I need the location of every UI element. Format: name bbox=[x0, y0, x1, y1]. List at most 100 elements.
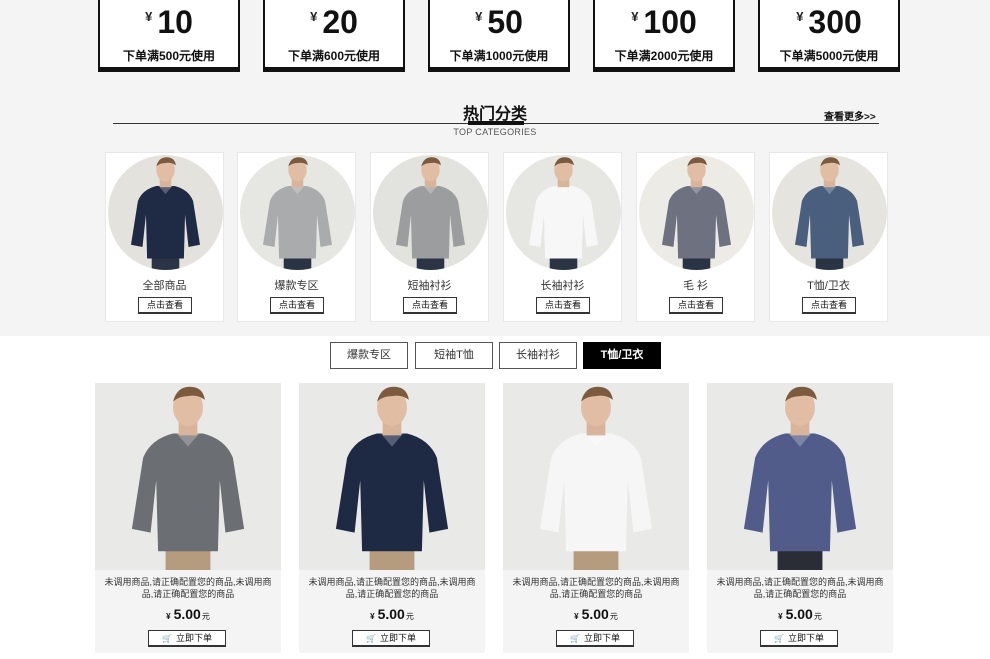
model-figure bbox=[529, 157, 598, 270]
coupon-value: 300 bbox=[808, 4, 862, 40]
model-figure bbox=[662, 157, 731, 270]
model-figure bbox=[743, 386, 857, 570]
view-category-button[interactable]: 点击查看 bbox=[270, 297, 324, 314]
tab-hot-zone[interactable]: 爆款专区 bbox=[330, 342, 408, 369]
coupon-100[interactable]: ¥100 下单满2000元使用 bbox=[593, 0, 735, 72]
category-card[interactable]: 短袖衬衫 点击查看 bbox=[370, 152, 489, 322]
product-image[interactable] bbox=[95, 383, 281, 570]
category-name: 全部商品 bbox=[142, 280, 187, 292]
model-figure bbox=[131, 157, 200, 270]
coupon-amount: ¥10 bbox=[100, 4, 238, 41]
coupon-condition: 下单满1000元使用 bbox=[449, 49, 549, 63]
cart-icon: 🛒 bbox=[366, 634, 376, 643]
buy-now-button[interactable]: 🛒 立即下单 bbox=[148, 630, 226, 647]
product-image[interactable] bbox=[503, 383, 689, 570]
product-description[interactable]: 未调用商品,请正确配置您的商品,未调用商品,请正确配置您的商品 bbox=[715, 576, 885, 600]
coupon-row: ¥10 下单满500元使用 ¥20 下单满600元使用 ¥50 下单满1000元… bbox=[0, 0, 990, 72]
category-name: 长袖衬衫 bbox=[540, 280, 585, 292]
section-subtitle: TOP CATEGORIES bbox=[453, 127, 537, 137]
currency-symbol: ¥ bbox=[145, 9, 153, 24]
currency-symbol: ¥ bbox=[574, 612, 579, 621]
coupon-20[interactable]: ¥20 下单满600元使用 bbox=[263, 0, 405, 72]
product-image[interactable] bbox=[299, 383, 485, 570]
view-category-button[interactable]: 点击查看 bbox=[138, 297, 192, 314]
currency-symbol: ¥ bbox=[778, 612, 783, 621]
category-name: T恤/卫衣 bbox=[807, 280, 850, 292]
product-card[interactable]: 未调用商品,请正确配置您的商品,未调用商品,请正确配置您的商品 ¥5.00元 🛒… bbox=[503, 383, 689, 653]
buy-now-label: 立即下单 bbox=[175, 633, 212, 643]
product-price: ¥5.00元 bbox=[707, 606, 893, 624]
coupon-300[interactable]: ¥300 下单满5000元使用 bbox=[758, 0, 900, 72]
category-card[interactable]: 爆款专区 点击查看 bbox=[237, 152, 356, 322]
product-price: ¥5.00元 bbox=[503, 606, 689, 624]
category-name: 爆款专区 bbox=[274, 280, 319, 292]
section-title-underline bbox=[468, 121, 524, 125]
tab-long-sleeve-shirt[interactable]: 长袖衬衫 bbox=[499, 342, 577, 369]
cart-icon: 🛒 bbox=[162, 634, 172, 643]
product-price: ¥5.00元 bbox=[95, 606, 281, 624]
coupon-value: 100 bbox=[643, 4, 697, 40]
tab-short-sleeve-tee[interactable]: 短袖T恤 bbox=[415, 342, 493, 369]
buy-now-label: 立即下单 bbox=[787, 633, 824, 643]
product-description[interactable]: 未调用商品,请正确配置您的商品,未调用商品,请正确配置您的商品 bbox=[511, 576, 681, 600]
coupon-value: 20 bbox=[322, 4, 358, 40]
coupon-10[interactable]: ¥10 下单满500元使用 bbox=[98, 0, 240, 72]
cart-icon: 🛒 bbox=[774, 634, 784, 643]
currency-symbol: ¥ bbox=[310, 9, 318, 24]
product-price: ¥5.00元 bbox=[299, 606, 485, 624]
category-image bbox=[108, 155, 223, 270]
model-figure bbox=[131, 386, 245, 570]
price-unit: 元 bbox=[201, 612, 210, 621]
category-card[interactable]: 毛 衫 点击查看 bbox=[636, 152, 755, 322]
model-figure bbox=[539, 386, 653, 570]
category-image bbox=[506, 155, 621, 270]
buy-now-label: 立即下单 bbox=[379, 633, 416, 643]
coupon-condition: 下单满2000元使用 bbox=[614, 49, 714, 63]
coupon-value: 50 bbox=[487, 4, 523, 40]
currency-symbol: ¥ bbox=[166, 612, 171, 621]
coupon-condition: 下单满600元使用 bbox=[287, 49, 381, 63]
price-value: 5.00 bbox=[785, 606, 813, 622]
model-figure bbox=[795, 157, 864, 270]
price-value: 5.00 bbox=[377, 606, 405, 622]
model-figure bbox=[396, 157, 465, 270]
product-image[interactable] bbox=[707, 383, 893, 570]
category-image bbox=[240, 155, 355, 270]
category-image bbox=[772, 155, 887, 270]
buy-now-button[interactable]: 🛒 立即下单 bbox=[556, 630, 634, 647]
price-unit: 元 bbox=[813, 612, 822, 621]
category-card[interactable]: T恤/卫衣 点击查看 bbox=[769, 152, 888, 322]
buy-now-button[interactable]: 🛒 立即下单 bbox=[760, 630, 838, 647]
product-description[interactable]: 未调用商品,请正确配置您的商品,未调用商品,请正确配置您的商品 bbox=[307, 576, 477, 600]
product-description[interactable]: 未调用商品,请正确配置您的商品,未调用商品,请正确配置您的商品 bbox=[103, 576, 273, 600]
product-card[interactable]: 未调用商品,请正确配置您的商品,未调用商品,请正确配置您的商品 ¥5.00元 🛒… bbox=[707, 383, 893, 653]
category-name: 短袖衬衫 bbox=[407, 280, 452, 292]
see-more-link[interactable]: 查看更多>> bbox=[824, 108, 876, 123]
currency-symbol: ¥ bbox=[370, 612, 375, 621]
buy-now-label: 立即下单 bbox=[583, 633, 620, 643]
price-value: 5.00 bbox=[581, 606, 609, 622]
view-category-button[interactable]: 点击查看 bbox=[536, 297, 590, 314]
coupon-condition: 下单满500元使用 bbox=[122, 49, 216, 63]
view-category-button[interactable]: 点击查看 bbox=[669, 297, 723, 314]
cart-icon: 🛒 bbox=[570, 634, 580, 643]
product-card[interactable]: 未调用商品,请正确配置您的商品,未调用商品,请正确配置您的商品 ¥5.00元 🛒… bbox=[95, 383, 281, 653]
model-figure bbox=[335, 386, 449, 570]
tab-tee-hoodie[interactable]: T恤/卫衣 bbox=[583, 342, 661, 369]
coupon-amount: ¥50 bbox=[430, 4, 568, 41]
currency-symbol: ¥ bbox=[796, 9, 804, 24]
view-category-button[interactable]: 点击查看 bbox=[403, 297, 457, 314]
category-card[interactable]: 全部商品 点击查看 bbox=[105, 152, 224, 322]
coupon-value: 10 bbox=[157, 4, 193, 40]
coupon-50[interactable]: ¥50 下单满1000元使用 bbox=[428, 0, 570, 72]
category-name: 毛 衫 bbox=[682, 280, 709, 292]
category-card[interactable]: 长袖衬衫 点击查看 bbox=[503, 152, 622, 322]
buy-now-button[interactable]: 🛒 立即下单 bbox=[352, 630, 430, 647]
currency-symbol: ¥ bbox=[631, 9, 639, 24]
view-category-button[interactable]: 点击查看 bbox=[802, 297, 856, 314]
coupon-condition: 下单满5000元使用 bbox=[779, 49, 879, 63]
currency-symbol: ¥ bbox=[475, 9, 483, 24]
product-card[interactable]: 未调用商品,请正确配置您的商品,未调用商品,请正确配置您的商品 ¥5.00元 🛒… bbox=[299, 383, 485, 653]
price-value: 5.00 bbox=[173, 606, 201, 622]
price-unit: 元 bbox=[609, 612, 618, 621]
